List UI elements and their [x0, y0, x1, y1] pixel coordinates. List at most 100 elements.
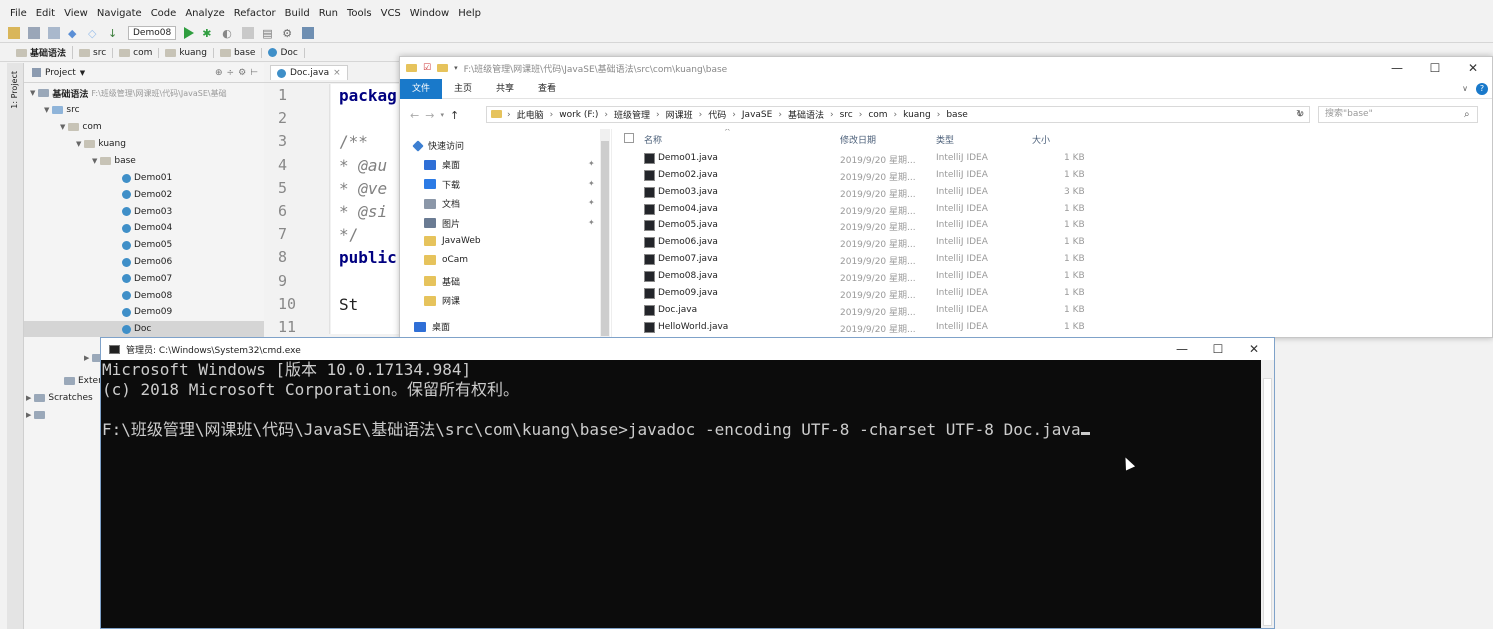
tree-item-class[interactable]: Demo06	[122, 254, 172, 270]
forward-arrow-icon[interactable]: →	[425, 109, 434, 122]
back-arrow-icon[interactable]: ←	[410, 109, 419, 122]
address-segment[interactable]: JavaSE	[742, 110, 772, 120]
nav-scrollbar[interactable]	[600, 129, 610, 339]
chevron-down-icon[interactable]: ▶	[84, 354, 89, 362]
new-folder-icon[interactable]	[437, 64, 449, 72]
menu-analyze[interactable]: Analyze	[185, 8, 224, 19]
nav-item[interactable]: 桌面	[414, 320, 450, 333]
breadcrumb-item[interactable]: com	[117, 47, 160, 58]
gear-icon[interactable]: ⚙	[238, 68, 246, 78]
tree-item-class[interactable]: Demo08	[122, 288, 172, 304]
menu-help[interactable]: Help	[458, 8, 481, 19]
file-row[interactable]: Demo04.java 2019/9/20 星期... IntelliJ IDEA 1…	[614, 202, 1493, 219]
pin-icon[interactable]: ✦	[588, 159, 595, 168]
properties-icon[interactable]: ☑	[423, 63, 431, 73]
search-icon[interactable]: ⌕	[1464, 109, 1470, 120]
file-row[interactable]: Demo01.java 2019/9/20 星期... IntelliJ IDEA 1…	[614, 151, 1493, 168]
tree-item-class[interactable]: Doc	[24, 321, 264, 338]
menu-refactor[interactable]: Refactor	[234, 8, 276, 19]
chevron-down-icon[interactable]: ▶	[26, 394, 31, 402]
cmd-minimize-button[interactable]: —	[1165, 338, 1199, 360]
chevron-down-icon[interactable]: ∨	[1462, 84, 1468, 93]
column-header[interactable]: 类型	[936, 133, 954, 146]
address-segment[interactable]: 网课班	[666, 108, 693, 121]
forward-icon[interactable]: ◇	[88, 27, 100, 40]
ribbon-tab[interactable]: 共享	[484, 79, 526, 99]
menu-window[interactable]: Window	[410, 8, 449, 19]
address-bar[interactable]: › 此电脑 › work (F:) › 班级管理 › 网课班 › 代码 › JavaSE › 基础语法 › s…	[486, 106, 1310, 123]
ribbon-tab[interactable]: 文件	[400, 78, 443, 99]
column-header[interactable]: 大小	[1032, 133, 1050, 146]
chevron-down-icon[interactable]: ▼	[30, 89, 35, 97]
file-row[interactable]: HelloWorld.java 2019/9/20 星期... IntelliJ I…	[614, 320, 1493, 337]
refresh-icon[interactable]: ↻	[1296, 109, 1304, 120]
nav-item[interactable]: 网课	[424, 294, 460, 307]
run-configuration-select[interactable]: Demo08	[128, 25, 177, 40]
file-row[interactable]: Demo03.java 2019/9/20 星期... IntelliJ IDEA 3…	[614, 185, 1493, 202]
settings-icon[interactable]: ⚙	[282, 27, 294, 40]
chevron-down-icon[interactable]: ▾	[454, 64, 458, 72]
tree-item-class[interactable]: Demo02	[122, 187, 172, 203]
menu-view[interactable]: View	[64, 8, 88, 19]
nav-item[interactable]: 基础	[424, 275, 460, 288]
address-segment[interactable]: work (F:)	[559, 110, 598, 120]
address-segment[interactable]: base	[946, 110, 967, 120]
close-button[interactable]: ✕	[1456, 57, 1490, 79]
chevron-down-icon[interactable]: ▼	[76, 140, 81, 148]
tree-item-base[interactable]: ▼ base	[92, 153, 136, 169]
tree-item-class[interactable]: Demo04	[122, 220, 172, 236]
menu-edit[interactable]: Edit	[36, 8, 55, 19]
menu-run[interactable]: Run	[319, 8, 338, 19]
address-segment[interactable]: kuang	[903, 110, 931, 120]
minimize-button[interactable]: —	[1380, 57, 1414, 79]
project-tool-tab[interactable]: 1: Project	[10, 71, 19, 109]
locate-icon[interactable]: ⊕	[215, 68, 223, 78]
nav-item[interactable]: 快速访问	[412, 139, 464, 152]
tree-item-src[interactable]: ▼ src	[44, 102, 80, 118]
select-all-checkbox[interactable]	[624, 133, 634, 143]
chevron-down-icon[interactable]: ▼	[80, 69, 85, 77]
structure-icon[interactable]: ▤	[262, 27, 274, 40]
column-header[interactable]: 修改日期	[840, 133, 876, 146]
file-row[interactable]: Demo09.java 2019/9/20 星期... IntelliJ IDEA 1…	[614, 286, 1493, 303]
file-row[interactable]: Doc.java 2019/9/20 星期... IntelliJ IDEA 1 KB	[614, 303, 1493, 320]
stop-icon[interactable]	[242, 26, 255, 39]
address-segment[interactable]: src	[840, 110, 853, 120]
tree-item-extra[interactable]: ▶	[26, 407, 48, 423]
pin-icon[interactable]: ✦	[588, 218, 595, 227]
file-row[interactable]: Demo06.java 2019/9/20 星期... IntelliJ IDEA 1…	[614, 235, 1493, 252]
console-output[interactable]: Microsoft Windows [版本 10.0.17134.984] (c)…	[101, 360, 1261, 628]
help-icon[interactable]: ?	[1476, 82, 1488, 95]
address-segment[interactable]: 代码	[708, 108, 726, 121]
address-segment[interactable]: 基础语法	[788, 108, 824, 121]
pin-icon[interactable]: ✦	[588, 179, 595, 188]
hide-icon[interactable]: ⊢	[250, 68, 258, 78]
file-row[interactable]: Demo05.java 2019/9/20 星期... IntelliJ IDEA 1…	[614, 218, 1493, 235]
tree-item-class[interactable]: Demo09	[122, 304, 172, 320]
nav-item[interactable]: 下载	[424, 178, 460, 191]
breadcrumb-item[interactable]: 基础语法	[14, 46, 74, 59]
menu-tools[interactable]: Tools	[347, 8, 372, 19]
tree-item-class[interactable]: Demo07	[122, 271, 172, 287]
tree-item-class[interactable]: Demo05	[122, 237, 172, 253]
pin-icon[interactable]: ✦	[588, 198, 595, 207]
column-header[interactable]: 名称	[644, 133, 662, 146]
address-segment[interactable]: 此电脑	[517, 108, 544, 121]
file-row[interactable]: Demo02.java 2019/9/20 星期... IntelliJ IDEA 1…	[614, 168, 1493, 185]
nav-item[interactable]: JavaWeb	[424, 236, 481, 246]
menu-build[interactable]: Build	[285, 8, 310, 19]
cmd-close-button[interactable]: ✕	[1237, 338, 1271, 360]
menu-vcs[interactable]: VCS	[381, 8, 401, 19]
maximize-button[interactable]: ☐	[1418, 57, 1452, 79]
cmd-scrollbar[interactable]	[1261, 360, 1274, 628]
menu-code[interactable]: Code	[151, 8, 177, 19]
code-editor[interactable]: packag /** * @au * @ve * @si */ public St	[331, 84, 401, 334]
breadcrumb-item[interactable]: kuang	[163, 47, 214, 58]
ribbon-tab[interactable]: 主页	[442, 79, 484, 99]
tree-item-class[interactable]: Demo01	[122, 170, 172, 186]
file-row[interactable]: Demo08.java 2019/9/20 星期... IntelliJ IDEA 1…	[614, 269, 1493, 286]
close-icon[interactable]: ×	[333, 68, 341, 78]
save-icon[interactable]	[28, 26, 40, 39]
address-segment[interactable]: 班级管理	[614, 108, 650, 121]
run-icon[interactable]	[184, 26, 195, 39]
